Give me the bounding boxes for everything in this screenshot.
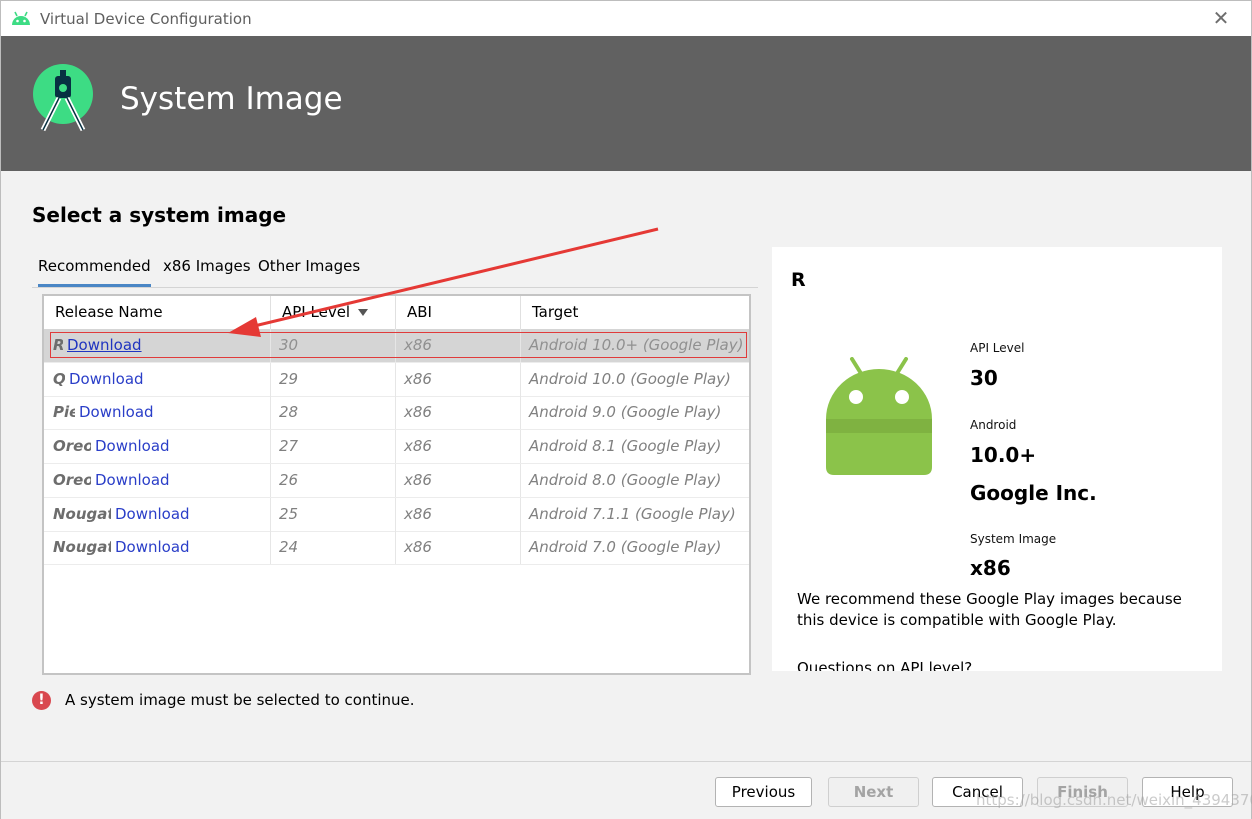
page-heading: Select a system image — [32, 203, 287, 227]
target-cell: Android 7.1.1 (Google Play) — [529, 505, 736, 523]
sort-descending-icon — [358, 309, 369, 316]
api-level-cell: 27 — [271, 430, 396, 463]
release-name-cell: RDownload — [44, 329, 271, 362]
download-link[interactable]: Download — [79, 403, 154, 421]
tab-other-images[interactable]: Other Images — [258, 257, 360, 284]
table-row[interactable]: RDownload 30 x86 Android 10.0+ (Google P… — [44, 329, 749, 363]
dialog-window: Virtual Device Configuration ✕ System Im… — [0, 0, 1252, 819]
release-name: Pie — [53, 403, 75, 421]
watermark: https://blog.csdn.net/weixin_43943707 — [976, 791, 1252, 809]
previous-button[interactable]: Previous — [715, 777, 812, 807]
download-link[interactable]: Download — [69, 370, 144, 388]
abi-cell: x86 — [396, 430, 521, 463]
release-name-cell: OreoDownload — [44, 464, 271, 497]
column-header-api-level[interactable]: API Level — [271, 296, 396, 329]
error-message: A system image must be selected to conti… — [65, 691, 415, 709]
abi-cell: x86 — [396, 329, 521, 362]
abi-cell: x86 — [396, 531, 521, 564]
table-row[interactable]: OreoDownload 26 x86 Android 8.0 (Google … — [44, 464, 749, 498]
system-image-table: Release Name API Level ABI Target RDownl… — [42, 294, 751, 675]
image-tabs: Recommended x86 Images Other Images — [32, 253, 758, 288]
api-level-help-link[interactable]: Questions on API level? — [797, 659, 972, 671]
download-link[interactable]: Download — [115, 505, 190, 523]
next-button[interactable]: Next — [828, 777, 919, 807]
system-image-label: System Image — [970, 532, 1057, 546]
android-robot-icon — [826, 357, 932, 475]
download-link[interactable]: Download — [95, 471, 170, 489]
api-level-cell: 25 — [271, 498, 396, 531]
release-name: Oreo — [53, 471, 91, 489]
details-panel: R API Level 30 Android 10.0+ Google Inc.… — [772, 247, 1222, 671]
api-level-cell: 28 — [271, 396, 396, 429]
column-header-label: Target — [532, 303, 579, 321]
button-bar: Previous Next Cancel Finish Help — [1, 761, 1251, 819]
column-header-abi[interactable]: ABI — [396, 296, 521, 329]
android-label: Android — [970, 418, 1017, 432]
target-cell: Android 8.0 (Google Play) — [529, 471, 722, 489]
api-level-cell: 30 — [271, 329, 396, 362]
release-name: R — [53, 329, 63, 362]
tab-x86-images[interactable]: x86 Images — [163, 257, 251, 284]
recommendation-description: We recommend these Google Play images be… — [797, 590, 1182, 629]
api-level-cell: 29 — [271, 363, 396, 396]
window-title: Virtual Device Configuration — [40, 10, 252, 28]
title-bar: Virtual Device Configuration ✕ — [1, 1, 1251, 36]
vendor-value: Google Inc. — [970, 481, 1097, 505]
table-row[interactable]: NougatDownload 25 x86 Android 7.1.1 (Goo… — [44, 498, 749, 532]
release-name-cell: NougatDownload — [44, 498, 271, 531]
download-link[interactable]: Download — [67, 336, 142, 354]
target-cell: Android 7.0 (Google Play) — [529, 538, 722, 556]
download-link[interactable]: Download — [115, 538, 190, 556]
tab-recommended[interactable]: Recommended — [38, 257, 151, 287]
api-level-value: 30 — [970, 366, 998, 390]
column-header-label: API Level — [282, 303, 351, 321]
android-head-icon — [12, 11, 30, 25]
android-studio-logo-icon — [33, 64, 93, 132]
abi-cell: x86 — [396, 396, 521, 429]
column-header-label: ABI — [407, 303, 432, 321]
error-icon: ! — [32, 691, 51, 710]
release-name: Nougat — [53, 505, 111, 523]
release-name: Nougat — [53, 538, 111, 556]
target-cell: Android 10.0+ (Google Play) — [529, 336, 744, 354]
release-name-cell: OreoDownload — [44, 430, 271, 463]
table-header: Release Name API Level ABI Target — [44, 296, 749, 330]
column-header-release-name[interactable]: Release Name — [44, 296, 271, 329]
api-level-label: API Level — [970, 341, 1025, 355]
table-row[interactable]: Q Download 29 x86 Android 10.0 (Google Pl… — [44, 363, 749, 397]
details-title: R — [791, 269, 806, 291]
api-level-cell: 26 — [271, 464, 396, 497]
release-name: Q — [53, 370, 65, 388]
table-row[interactable]: PieDownload 28 x86 Android 9.0 (Google P… — [44, 396, 749, 430]
abi-cell: x86 — [396, 464, 521, 497]
android-version-value: 10.0+ — [970, 443, 1037, 467]
abi-cell: x86 — [396, 498, 521, 531]
header-banner: System Image — [1, 36, 1251, 171]
target-cell: Android 10.0 (Google Play) — [529, 370, 731, 388]
release-name: Oreo — [53, 437, 91, 455]
table-row[interactable]: NougatDownload 24 x86 Android 7.0 (Googl… — [44, 531, 749, 565]
release-name-cell: Q Download — [44, 363, 271, 396]
abi-cell: x86 — [396, 363, 521, 396]
target-cell: Android 8.1 (Google Play) — [529, 437, 722, 455]
close-icon[interactable]: ✕ — [1211, 8, 1231, 28]
banner-title: System Image — [120, 81, 343, 117]
table-row[interactable]: OreoDownload 27 x86 Android 8.1 (Google … — [44, 430, 749, 464]
column-header-label: Release Name — [55, 303, 163, 321]
column-header-target[interactable]: Target — [521, 296, 749, 329]
system-image-value: x86 — [970, 556, 1011, 580]
release-name-cell: PieDownload — [44, 396, 271, 429]
download-link[interactable]: Download — [95, 437, 170, 455]
api-level-cell: 24 — [271, 531, 396, 564]
release-name-cell: NougatDownload — [44, 531, 271, 564]
target-cell: Android 9.0 (Google Play) — [529, 403, 722, 421]
